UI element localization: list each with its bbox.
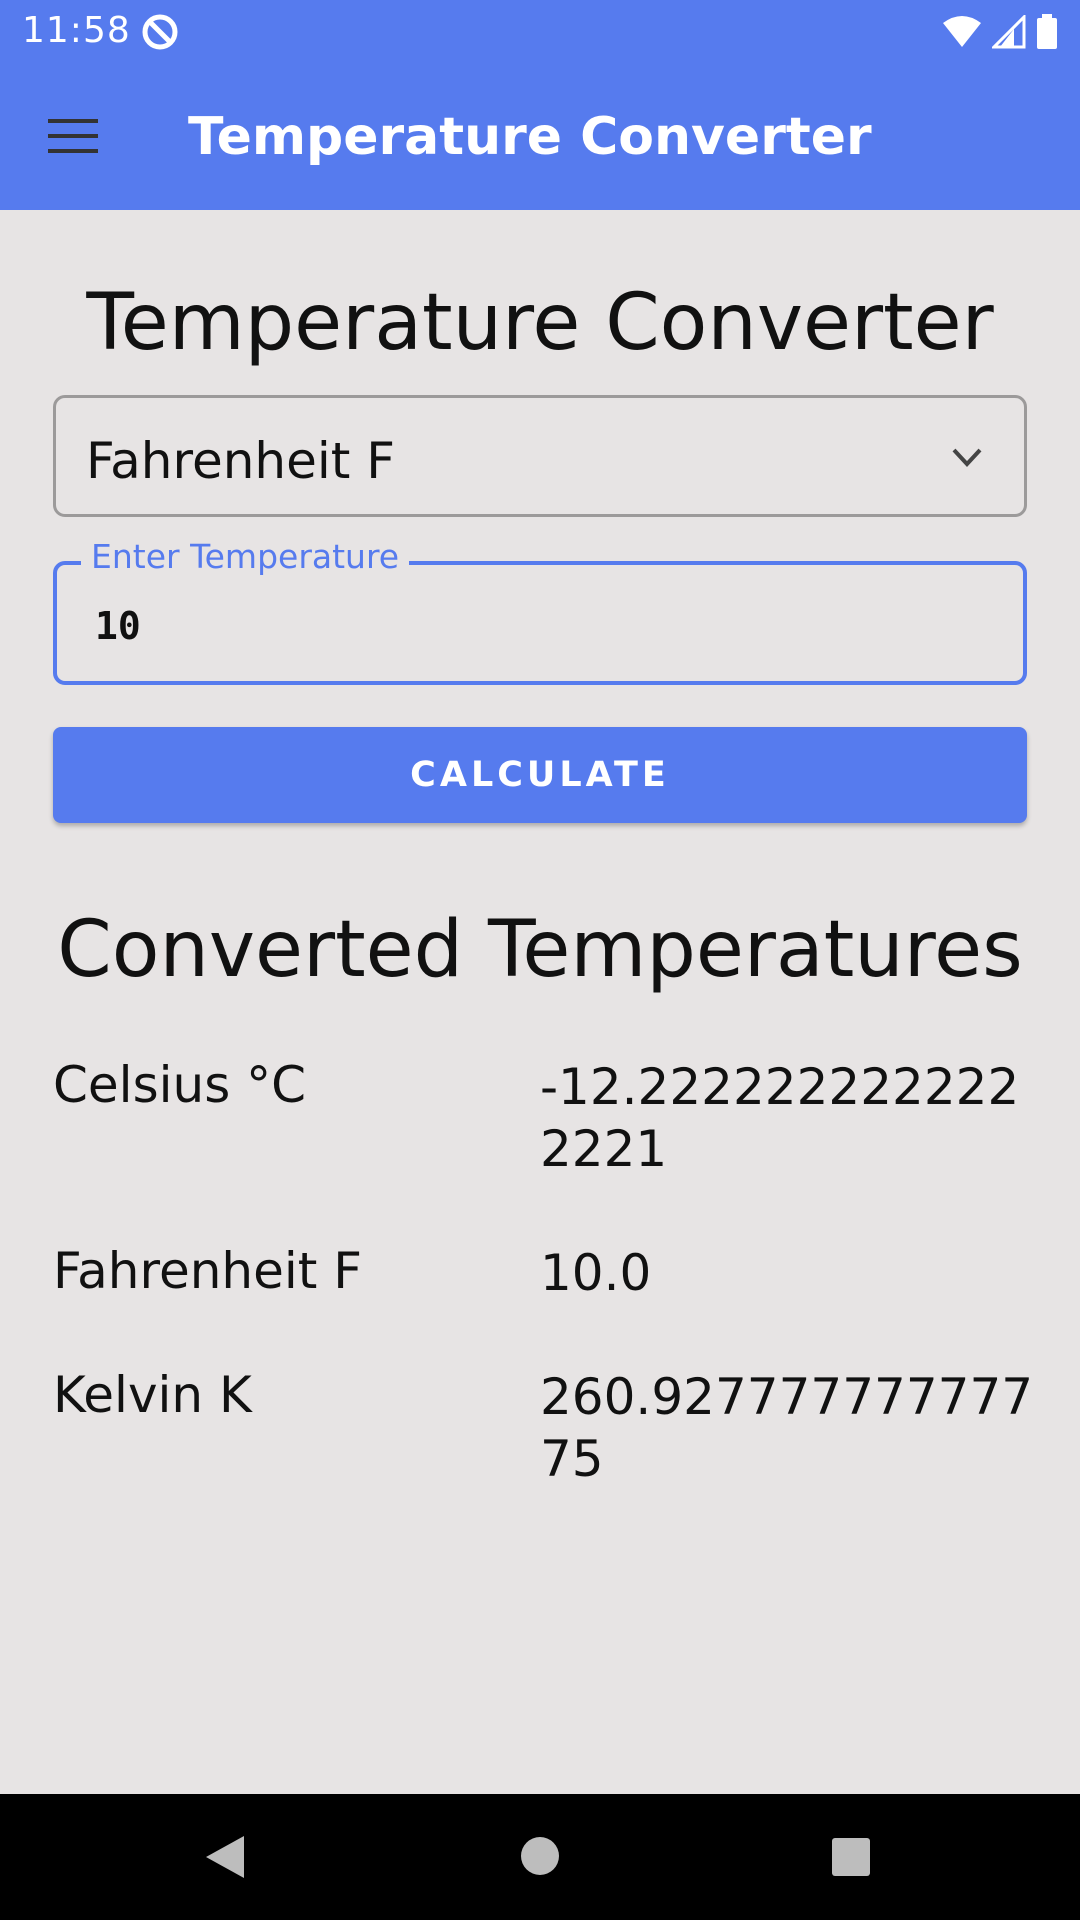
- temperature-field[interactable]: Enter Temperature: [53, 537, 1027, 685]
- back-icon[interactable]: [204, 1834, 246, 1880]
- status-time: 11:58: [22, 10, 131, 51]
- result-label-celsius: Celsius °C: [53, 1056, 307, 1114]
- calculate-button[interactable]: CALCULATE: [53, 727, 1027, 823]
- result-value-celsius: -12.2222222222222221: [540, 1058, 1020, 1178]
- result-label-fahrenheit: Fahrenheit F: [53, 1242, 363, 1300]
- page-title: Temperature Converter: [86, 278, 994, 368]
- result-label-kelvin: Kelvin K: [53, 1366, 252, 1424]
- cell-signal-icon: [992, 15, 1026, 49]
- app-bar-title: Temperature Converter: [188, 107, 872, 167]
- chevron-down-icon: [952, 448, 982, 467]
- results-heading: Converted Temperatures: [57, 905, 1023, 995]
- battery-icon: [1037, 14, 1057, 49]
- result-value-fahrenheit: 10.0: [540, 1244, 652, 1302]
- temperature-field-label: Enter Temperature: [81, 537, 410, 576]
- app-notification-icon: [142, 14, 178, 50]
- system-nav-bar: [0, 1794, 1080, 1920]
- hamburger-menu-icon[interactable]: [40, 115, 106, 157]
- result-value-kelvin: 260.92777777777775: [540, 1368, 1034, 1488]
- recents-icon[interactable]: [831, 1837, 871, 1877]
- wifi-icon: [943, 16, 981, 47]
- temperature-input[interactable]: [95, 601, 975, 651]
- app-bar: Temperature Converter: [0, 63, 1080, 210]
- status-icons: [942, 12, 1058, 52]
- home-icon[interactable]: [520, 1836, 560, 1876]
- unit-select-dropdown[interactable]: Fahrenheit F: [53, 395, 1027, 517]
- unit-select-value: Fahrenheit F: [86, 432, 396, 490]
- status-bar: 11:58: [0, 0, 1080, 63]
